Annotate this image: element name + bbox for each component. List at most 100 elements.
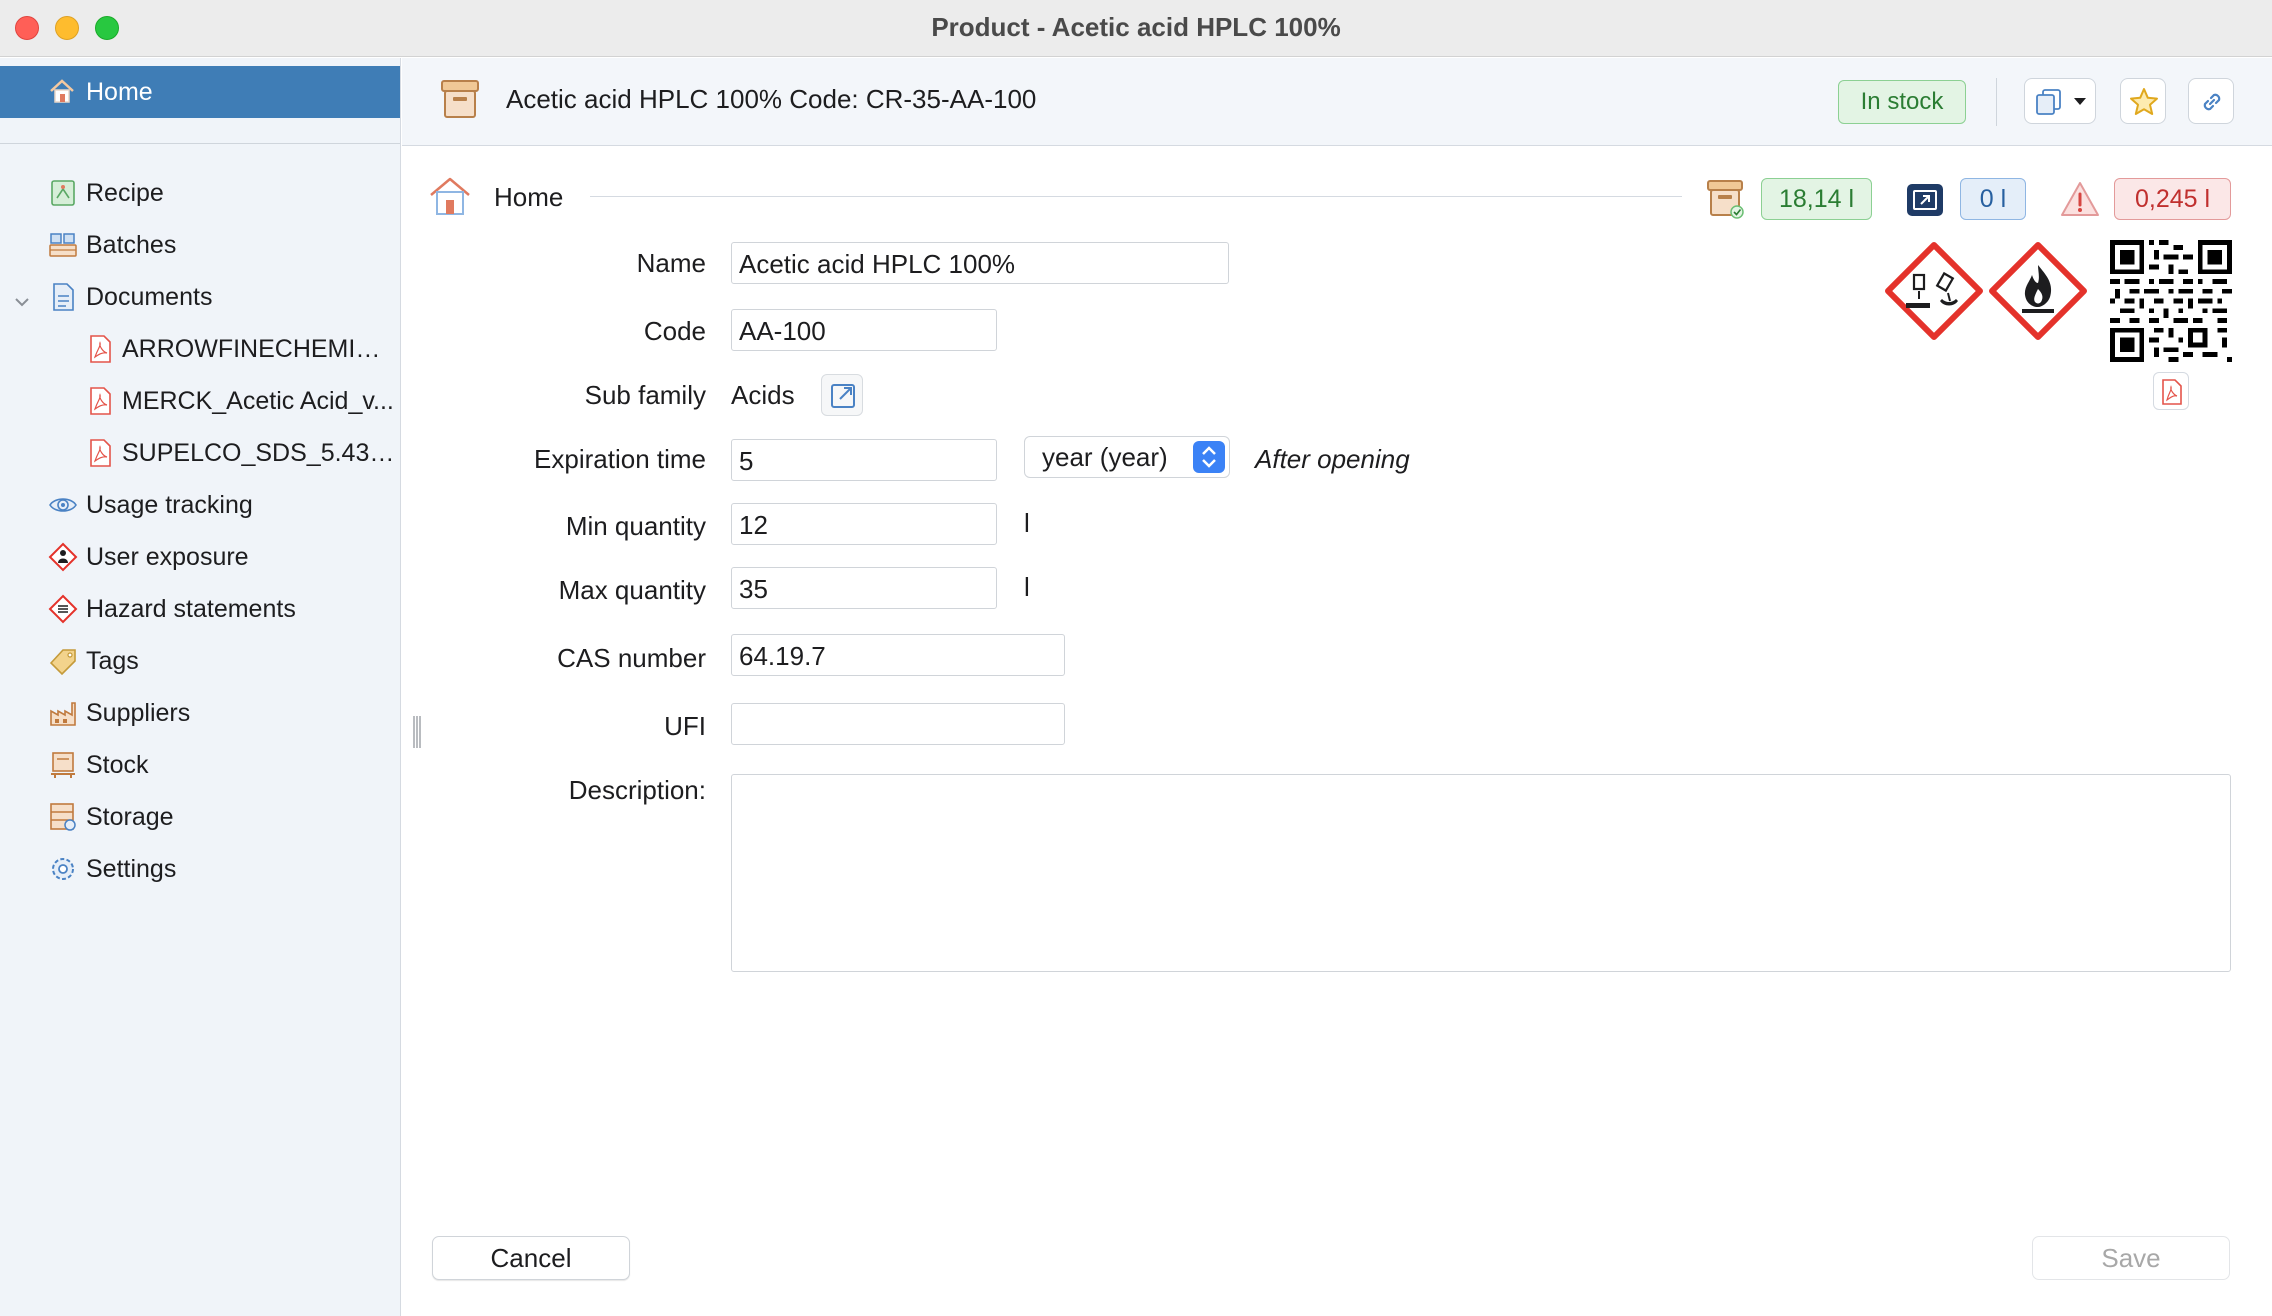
pdf-icon xyxy=(86,334,116,364)
max-quantity-unit: l xyxy=(1024,572,1030,602)
description-textarea[interactable] xyxy=(731,774,2231,972)
status-badge: In stock xyxy=(1838,80,1966,124)
min-quantity-field[interactable]: 12 xyxy=(731,503,997,545)
sidebar-item-user-exposure[interactable]: User exposure xyxy=(0,532,400,580)
qr-pdf-button[interactable] xyxy=(2153,372,2189,410)
ufi-field[interactable] xyxy=(731,703,1065,745)
sidebar-item-recipe[interactable]: Recipe xyxy=(0,168,400,216)
sidebar-item-document-merck[interactable]: MERCK_Acetic Acid_v... xyxy=(0,376,400,424)
alert-quantity: 0,245 l xyxy=(2114,178,2231,220)
sidebar-item-label: Batches xyxy=(86,231,177,259)
sidebar-item-label: User exposure xyxy=(86,543,249,571)
save-button[interactable]: Save xyxy=(2032,1236,2230,1280)
documents-icon xyxy=(48,282,78,312)
name-label: Name xyxy=(636,248,706,278)
pdf-icon xyxy=(86,438,116,468)
select-arrows-icon xyxy=(1193,441,1225,473)
opened-quantity: 0 l xyxy=(1960,178,2026,220)
sidebar-item-label: Storage xyxy=(86,803,174,831)
sidebar: Home Recipe Batches Documents ARROWFINEC… xyxy=(0,58,401,1316)
sidebar-item-label: Usage tracking xyxy=(86,491,253,519)
min-quantity-unit: l xyxy=(1024,508,1030,538)
sidebar-item-document-arrowfine[interactable]: ARROWFINECHEMICA... xyxy=(0,324,400,372)
pdf-icon xyxy=(2162,379,2182,405)
sidebar-item-settings[interactable]: Settings xyxy=(0,844,400,892)
subfamily-label: Sub family xyxy=(584,380,706,410)
sidebar-item-tags[interactable]: Tags xyxy=(0,636,400,684)
product-title: Acetic acid HPLC 100% Code: CR-35-AA-100 xyxy=(506,84,1037,114)
breadcrumb[interactable]: Home xyxy=(494,182,563,213)
sidebar-item-label: Home xyxy=(86,78,153,106)
sidebar-item-suppliers[interactable]: Suppliers xyxy=(0,688,400,736)
copy-link-button[interactable] xyxy=(2188,78,2234,124)
sidebar-item-home[interactable]: Home xyxy=(0,66,400,118)
home-icon xyxy=(48,78,76,113)
max-quantity-field[interactable]: 35 xyxy=(731,567,997,609)
sidebar-item-stock[interactable]: Stock xyxy=(0,740,400,788)
sidebar-item-label: SUPELCO_SDS_5.438... xyxy=(122,439,398,467)
code-label: Code xyxy=(643,316,706,346)
ghs-corrosive-icon xyxy=(1884,241,1984,346)
duplicate-icon xyxy=(2036,89,2061,115)
subfamily-value: Acids xyxy=(731,380,795,410)
ghs-flammable-icon xyxy=(1988,241,2088,346)
favorite-button[interactable] xyxy=(2120,78,2166,124)
code-field[interactable]: AA-100 xyxy=(731,309,997,351)
sidebar-item-label: Documents xyxy=(86,283,213,311)
chevron-down-icon[interactable] xyxy=(14,288,30,317)
max-quantity-label: Max quantity xyxy=(558,575,706,605)
breadcrumb-divider xyxy=(590,196,1682,197)
gear-icon xyxy=(48,854,78,884)
qr-code-image xyxy=(2110,240,2232,367)
stock-box-icon xyxy=(1706,178,1746,225)
sidebar-item-label: Settings xyxy=(86,855,177,883)
warning-icon xyxy=(2060,180,2100,223)
open-subfamily-button[interactable] xyxy=(821,374,863,416)
sidebar-item-label: Tags xyxy=(86,647,139,675)
sidebar-item-label: Recipe xyxy=(86,179,164,207)
archive-box-icon xyxy=(440,78,480,125)
pdf-icon xyxy=(86,386,116,416)
exposure-icon xyxy=(48,542,78,572)
cas-number-field[interactable]: 64.19.7 xyxy=(731,634,1065,676)
sidebar-item-hazard-statements[interactable]: Hazard statements xyxy=(0,584,400,632)
window-title: Product - Acetic acid HPLC 100% xyxy=(931,12,1341,42)
expiration-time-label: Expiration time xyxy=(534,444,706,474)
sidebar-item-documents[interactable]: Documents xyxy=(0,272,400,320)
name-field[interactable]: Acetic acid HPLC 100% xyxy=(731,242,1229,284)
cancel-button[interactable]: Cancel xyxy=(432,1236,630,1280)
hazard-list-icon xyxy=(48,594,78,624)
expiration-unit-value: year (year) xyxy=(1042,442,1168,472)
batches-icon xyxy=(48,230,78,260)
storage-icon xyxy=(48,802,78,832)
external-link-icon xyxy=(831,384,855,408)
chevron-down-icon xyxy=(2074,98,2086,105)
expiration-unit-select[interactable]: year (year) xyxy=(1024,436,1230,478)
sidebar-item-batches[interactable]: Batches xyxy=(0,220,400,268)
in-stock-quantity: 18,14 l xyxy=(1761,178,1872,220)
duplicate-menu-button[interactable] xyxy=(2024,78,2096,124)
stock-icon xyxy=(48,750,78,780)
sidebar-item-usage-tracking[interactable]: Usage tracking xyxy=(0,480,400,528)
ufi-label: UFI xyxy=(664,711,706,741)
link-icon xyxy=(2203,93,2221,111)
sidebar-item-label: Hazard statements xyxy=(86,595,296,623)
product-header: Acetic acid HPLC 100% Code: CR-35-AA-100… xyxy=(402,58,2272,146)
eye-icon xyxy=(48,490,78,520)
factory-icon xyxy=(48,698,78,728)
sidebar-item-label: ARROWFINECHEMICA... xyxy=(122,335,398,363)
sidebar-item-storage[interactable]: Storage xyxy=(0,792,400,840)
expiration-time-field[interactable]: 5 xyxy=(731,439,997,481)
sidebar-item-label: MERCK_Acetic Acid_v... xyxy=(122,387,394,415)
cas-number-label: CAS number xyxy=(557,643,706,673)
home-icon xyxy=(428,176,472,221)
expiration-note: After opening xyxy=(1255,444,1410,474)
description-label: Description: xyxy=(568,775,706,805)
recipe-icon xyxy=(48,178,78,208)
tag-icon xyxy=(48,646,78,676)
window-titlebar: Product - Acetic acid HPLC 100% xyxy=(0,0,2272,57)
sidebar-item-document-supelco[interactable]: SUPELCO_SDS_5.438... xyxy=(0,428,400,476)
sidebar-item-label: Suppliers xyxy=(86,699,191,727)
min-quantity-label: Min quantity xyxy=(565,511,706,541)
sidebar-item-label: Stock xyxy=(86,751,149,779)
